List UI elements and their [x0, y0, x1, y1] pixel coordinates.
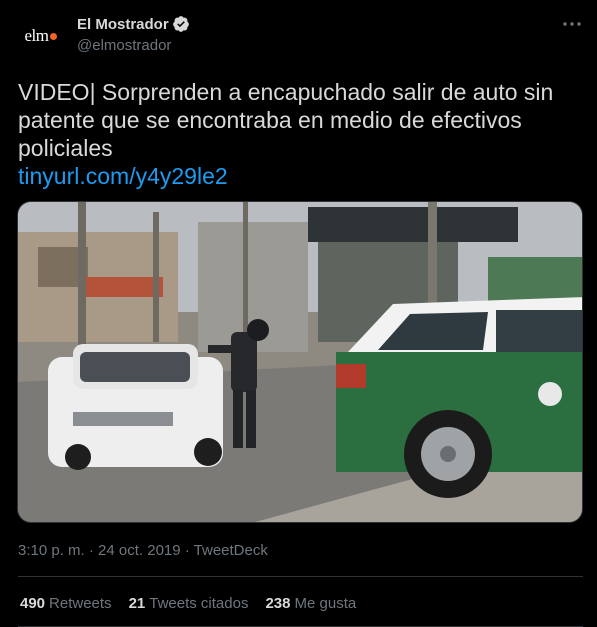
author-handle[interactable]: @elmostrador — [77, 37, 171, 54]
tweet-link[interactable]: tinyurl.com/y4y29le2 — [18, 162, 583, 190]
tweet-body: VIDEO| Sorprenden a encapuchado salir de… — [18, 79, 554, 161]
likes-count: 238 — [265, 595, 291, 612]
tweet-timestamp[interactable]: 3:10 p. m. · 24 oct. 2019 · TweetDeck — [18, 542, 268, 559]
retweets-stat[interactable]: 490 Retweets — [20, 595, 112, 612]
divider — [18, 576, 583, 577]
video-frame — [18, 202, 582, 522]
tweet-video[interactable] — [17, 201, 583, 523]
avatar[interactable]: elm — [16, 11, 65, 60]
quotes-stat[interactable]: 21 Tweets citados — [129, 595, 249, 612]
quotes-count: 21 — [128, 595, 146, 612]
author-display-name[interactable]: El Mostrador — [77, 16, 169, 33]
likes-stat[interactable]: 238 Me gusta — [265, 595, 356, 612]
tweet-stats: 490 Retweets 21 Tweets citados 238 Me gusta — [20, 595, 356, 612]
author-name-row[interactable]: El Mostrador — [77, 15, 190, 33]
retweets-count: 490 — [20, 595, 46, 612]
avatar-logo: elm — [25, 26, 57, 46]
tweet-text: VIDEO| Sorprenden a encapuchado salir de… — [18, 78, 583, 190]
verified-badge-icon — [172, 15, 190, 33]
quotes-label: Tweets citados — [149, 595, 249, 612]
likes-label: Me gusta — [294, 595, 357, 612]
retweets-label: Retweets — [49, 595, 112, 612]
more-options-icon[interactable] — [561, 13, 583, 35]
